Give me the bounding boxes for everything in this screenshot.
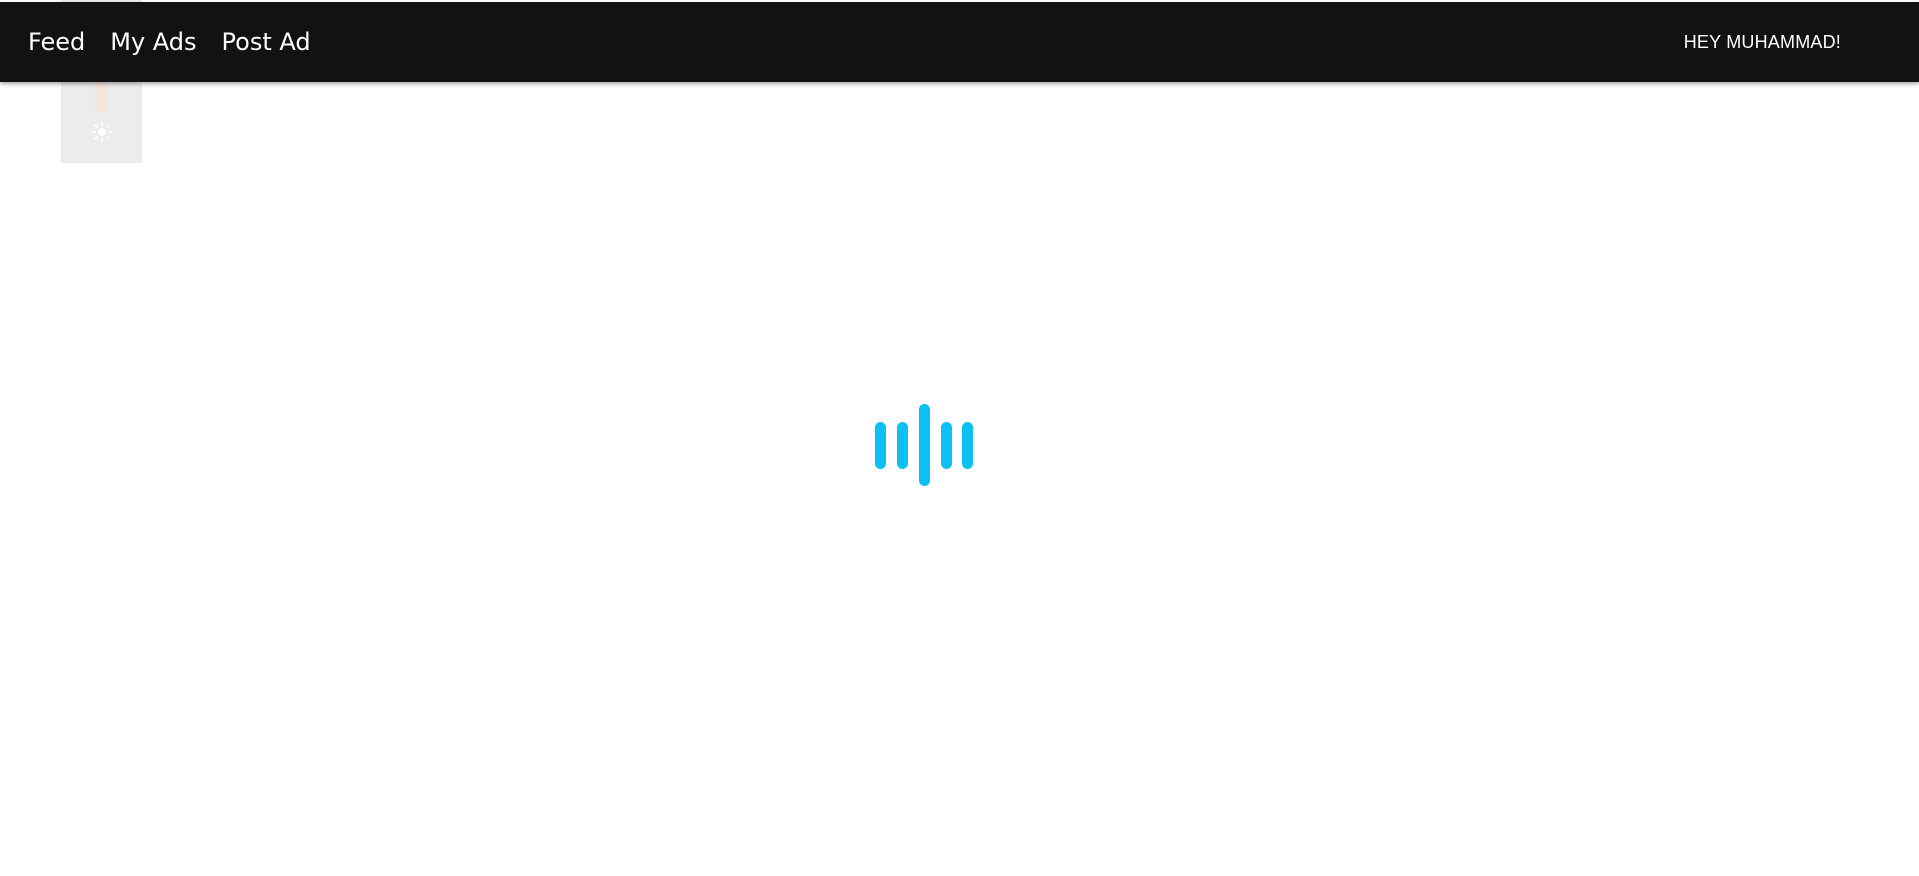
nav-link-my-ads[interactable]: My Ads (110, 30, 196, 54)
loader-bar-2 (897, 422, 908, 469)
loader-bar-3 (919, 404, 930, 486)
user-greeting[interactable]: HEY MUHAMMAD! (1684, 2, 1841, 82)
loader-bar-1 (875, 422, 886, 469)
loader-bar-4 (941, 422, 952, 469)
nav-links: Feed My Ads Post Ad (28, 2, 336, 82)
top-navbar: Feed My Ads Post Ad HEY MUHAMMAD! (0, 2, 1919, 82)
loader-bar-5 (962, 422, 973, 469)
nav-link-feed[interactable]: Feed (28, 30, 85, 54)
sun-icon[interactable] (91, 121, 113, 143)
nav-link-post-ad[interactable]: Post Ad (222, 30, 311, 54)
brightness-slider-level (95, 80, 108, 112)
page: Feed My Ads Post Ad HEY MUHAMMAD! (0, 0, 1919, 876)
loading-spinner (875, 404, 973, 486)
